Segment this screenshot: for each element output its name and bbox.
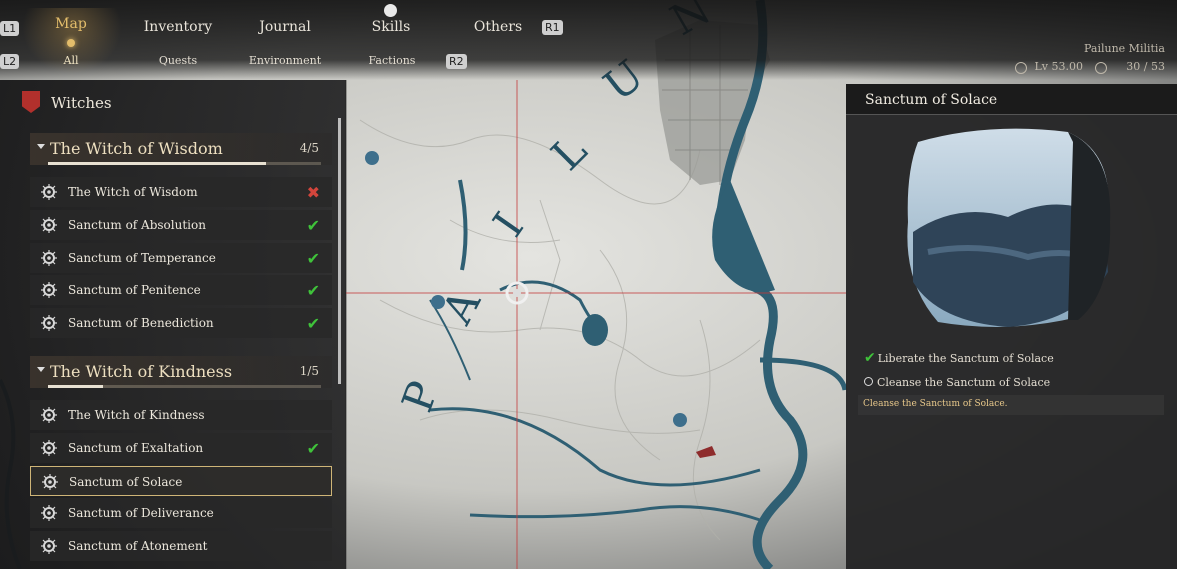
- subtab-environment[interactable]: Environment: [240, 54, 330, 67]
- tab-journal[interactable]: Journal: [246, 19, 324, 35]
- witch-progress-icon: [1095, 62, 1107, 74]
- level-icon: [1015, 62, 1027, 74]
- r2-button-hint[interactable]: R2: [446, 54, 467, 69]
- sanctum-icon: [41, 217, 57, 233]
- witch-group-header[interactable]: The Witch of Wisdom 4/5: [30, 133, 332, 165]
- tab-inventory[interactable]: Inventory: [132, 19, 224, 35]
- witch-group-count: 1/5: [299, 364, 319, 378]
- collapse-arrow-icon[interactable]: [37, 144, 45, 149]
- top-navigation-bar: L1 R1 L2 R2 Map Inventory Journal Skills…: [0, 0, 1177, 80]
- witch-group-count: 4/5: [299, 141, 319, 155]
- witch-group-title: The Witch of Wisdom: [50, 139, 223, 158]
- list-item-label: Sanctum of Solace: [69, 475, 183, 489]
- objective-item: ✔ Liberate the Sanctum of Solace: [864, 350, 1054, 366]
- list-item[interactable]: The Witch of Kindness: [30, 400, 332, 430]
- notification-icon: [384, 4, 397, 17]
- witch-progress-count: 30 / 53: [1126, 60, 1165, 73]
- list-item[interactable]: Sanctum of Exaltation ✔: [30, 433, 332, 463]
- player-level: Lv 53.00: [1034, 60, 1083, 73]
- active-tab-marker: [67, 39, 75, 47]
- list-item[interactable]: Sanctum of Benediction ✔: [30, 308, 332, 338]
- tab-map[interactable]: Map: [46, 16, 96, 32]
- list-item[interactable]: Sanctum of Absolution ✔: [30, 210, 332, 240]
- subtab-all[interactable]: All: [54, 54, 88, 67]
- list-item-label: Sanctum of Atonement: [68, 539, 208, 553]
- list-item[interactable]: The Witch of Wisdom ✖: [30, 177, 332, 207]
- objective-description: Cleanse the Sanctum of Solace.: [858, 395, 1164, 415]
- list-scrollbar[interactable]: [338, 118, 341, 384]
- list-item[interactable]: Sanctum of Deliverance: [30, 498, 332, 528]
- completed-check-icon: ✔: [306, 314, 320, 333]
- sanctum-icon: [41, 282, 57, 298]
- list-item-label: Sanctum of Temperance: [68, 251, 216, 265]
- completed-check-icon: ✔: [306, 281, 320, 300]
- witch-group-progress-bar: [48, 162, 321, 165]
- sanctum-icon: [41, 538, 57, 554]
- objective-item: Cleanse the Sanctum of Solace: [864, 376, 1050, 389]
- witch-crossed-swords-icon: ✖: [306, 183, 320, 202]
- list-item-label: Sanctum of Benediction: [68, 316, 214, 330]
- sanctum-icon: [41, 440, 57, 456]
- list-item-label: Sanctum of Penitence: [68, 283, 201, 297]
- list-item-label: Sanctum of Exaltation: [68, 441, 204, 455]
- witch-group-progress-fill: [48, 385, 103, 388]
- collapse-arrow-icon[interactable]: [37, 367, 45, 372]
- location-detail-panel: Sanctum of Solace ✔ Liberate the Sanctum …: [846, 84, 1177, 569]
- faction-name: Pailune Militia: [1084, 42, 1165, 55]
- detail-header: Sanctum of Solace: [846, 84, 1177, 115]
- witch-group-header[interactable]: The Witch of Kindness 1/5: [30, 356, 332, 388]
- detail-title: Sanctum of Solace: [865, 92, 998, 108]
- witch-group-progress-fill: [48, 162, 267, 165]
- sanctum-icon: [41, 184, 57, 200]
- list-item-label: Sanctum of Deliverance: [68, 506, 214, 520]
- objective-label: Liberate the Sanctum of Solace: [877, 352, 1054, 365]
- list-item-label: The Witch of Kindness: [68, 408, 205, 422]
- tab-others[interactable]: Others: [468, 19, 528, 35]
- sanctum-icon: [41, 315, 57, 331]
- panel-title: Witches: [51, 94, 112, 112]
- subtab-factions[interactable]: Factions: [362, 54, 422, 67]
- objective-pending-icon: [864, 377, 873, 386]
- list-item[interactable]: Sanctum of Solace: [30, 466, 332, 496]
- completed-check-icon: ✔: [306, 439, 320, 458]
- location-preview-image: [907, 128, 1111, 327]
- objective-description-text: Cleanse the Sanctum of Solace.: [863, 399, 1008, 409]
- player-status: Pailune Militia Lv 53.00 30 / 53: [1005, 42, 1165, 82]
- tab-skills[interactable]: Skills: [360, 19, 422, 35]
- sanctum-icon: [41, 407, 57, 423]
- r1-button-hint[interactable]: R1: [542, 20, 563, 35]
- witch-group-title: The Witch of Kindness: [50, 362, 233, 381]
- objective-complete-icon: ✔: [864, 350, 876, 366]
- list-item-label: Sanctum of Absolution: [68, 218, 206, 232]
- list-item[interactable]: Sanctum of Penitence ✔: [30, 275, 332, 305]
- l1-button-hint[interactable]: L1: [0, 21, 20, 36]
- list-item[interactable]: Sanctum of Atonement: [30, 531, 332, 561]
- completed-check-icon: ✔: [306, 216, 320, 235]
- sanctum-icon: [41, 505, 57, 521]
- objective-label: Cleanse the Sanctum of Solace: [877, 376, 1051, 389]
- subtab-quests[interactable]: Quests: [148, 54, 208, 67]
- list-item-label: The Witch of Wisdom: [68, 185, 198, 199]
- sanctum-icon: [41, 250, 57, 266]
- l2-button-hint[interactable]: L2: [0, 54, 20, 69]
- list-item[interactable]: Sanctum of Temperance ✔: [30, 243, 332, 273]
- sanctum-icon: [42, 474, 58, 490]
- witch-group-progress-bar: [48, 385, 321, 388]
- completed-check-icon: ✔: [306, 249, 320, 268]
